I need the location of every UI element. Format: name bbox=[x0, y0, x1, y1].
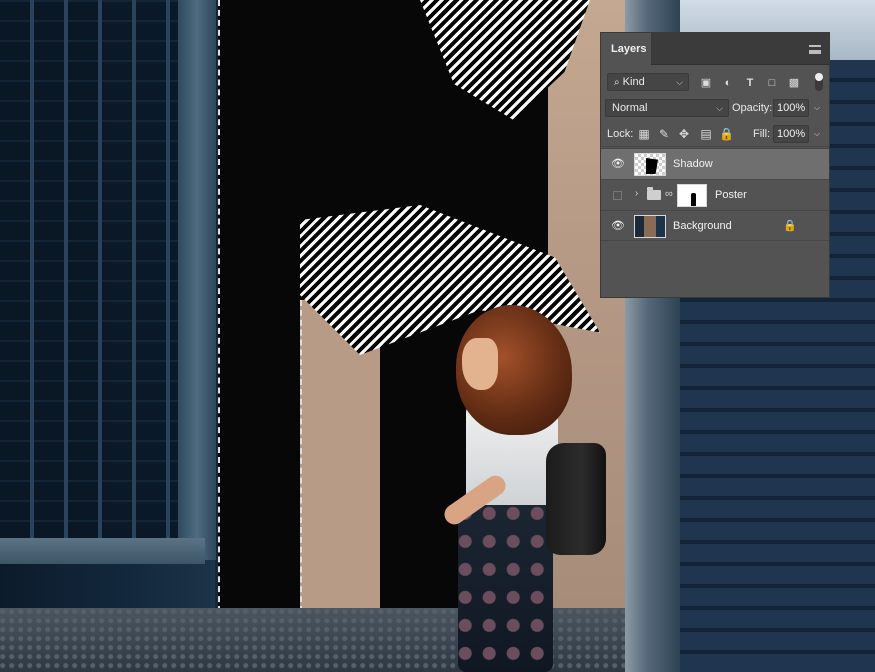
lock-position-icon[interactable]: ✥ bbox=[677, 125, 691, 143]
folder-icon bbox=[647, 187, 661, 200]
woman-pants bbox=[458, 505, 553, 672]
blend-row: Normal ⌵ Opacity: 100% ⌵ bbox=[601, 95, 829, 121]
filter-kind-dropdown[interactable]: ⌕ Kind ⌵ bbox=[607, 73, 689, 91]
fill-label: Fill: bbox=[753, 128, 771, 140]
window-frame bbox=[178, 0, 216, 560]
chevron-down-icon: ⌵ bbox=[676, 77, 683, 87]
chevron-down-icon: ⌵ bbox=[716, 103, 723, 113]
layer-row-shadow[interactable]: 👁 Shadow bbox=[601, 148, 829, 179]
layer-mask-thumbnail[interactable] bbox=[677, 184, 707, 207]
lock-all-icon[interactable]: 🔒 bbox=[719, 125, 734, 143]
layer-name: Shadow bbox=[673, 158, 713, 170]
image-filter-icon[interactable]: ▣ bbox=[699, 76, 713, 90]
shape-filter-icon[interactable]: □ bbox=[765, 76, 779, 90]
filter-kind-label: Kind bbox=[622, 76, 645, 88]
fill-input[interactable]: 100% bbox=[773, 125, 809, 143]
smart-object-filter-icon[interactable]: ▩ bbox=[787, 76, 801, 90]
opacity-input[interactable]: 100% bbox=[773, 99, 809, 117]
layer-thumbnail bbox=[634, 215, 666, 238]
layer-name: Background bbox=[673, 220, 732, 232]
opacity-dropdown-icon[interactable]: ⌵ bbox=[811, 99, 823, 117]
panel-menu-icon[interactable] bbox=[809, 45, 821, 54]
visibility-toggle[interactable] bbox=[613, 191, 622, 200]
tab-layers[interactable]: Layers bbox=[601, 33, 651, 65]
panel-tab-bar: Layers bbox=[601, 33, 829, 65]
lock-transparent-pixels-icon[interactable]: ▦ bbox=[637, 125, 651, 143]
layer-row-background[interactable]: 👁 Background 🔒 bbox=[601, 210, 829, 241]
window-sill bbox=[0, 538, 205, 564]
layer-row-poster[interactable]: › ∞ Poster bbox=[601, 179, 829, 210]
lock-row: Lock: ▦ ✎ ✥ ▤ 🔒 Fill: 100% ⌵ bbox=[601, 121, 829, 147]
layer-thumbnail bbox=[634, 153, 666, 176]
backpack bbox=[546, 443, 606, 555]
layer-name: Poster bbox=[715, 189, 747, 201]
filter-row: ⌕ Kind ⌵ ▣ ◐ T □ ▩ bbox=[601, 69, 829, 95]
opacity-label: Opacity: bbox=[732, 102, 773, 114]
eye-icon[interactable]: 👁 bbox=[611, 158, 625, 170]
filter-toggle[interactable] bbox=[815, 73, 823, 91]
search-icon: ⌕ bbox=[614, 77, 620, 88]
chevron-right-icon[interactable]: › bbox=[635, 188, 638, 199]
link-icon[interactable]: ∞ bbox=[665, 188, 673, 200]
ground bbox=[0, 608, 660, 672]
lock-artboard-icon[interactable]: ▤ bbox=[699, 125, 713, 143]
type-filter-icon[interactable]: T bbox=[743, 76, 757, 90]
layers-panel: Layers ⌕ Kind ⌵ ▣ ◐ T □ ▩ Normal ⌵ Opaci… bbox=[600, 32, 830, 298]
eye-icon[interactable]: 👁 bbox=[611, 220, 625, 232]
blend-mode-value: Normal bbox=[612, 102, 648, 114]
lock-image-pixels-icon[interactable]: ✎ bbox=[657, 125, 671, 143]
blend-mode-dropdown[interactable]: Normal ⌵ bbox=[605, 99, 729, 117]
adjustment-filter-icon[interactable]: ◐ bbox=[721, 76, 735, 90]
window-bars bbox=[0, 0, 180, 540]
woman-face bbox=[462, 338, 498, 390]
lock-label: Lock: bbox=[607, 128, 634, 140]
lock-icon: 🔒 bbox=[783, 220, 797, 232]
fill-dropdown-icon[interactable]: ⌵ bbox=[811, 125, 823, 143]
